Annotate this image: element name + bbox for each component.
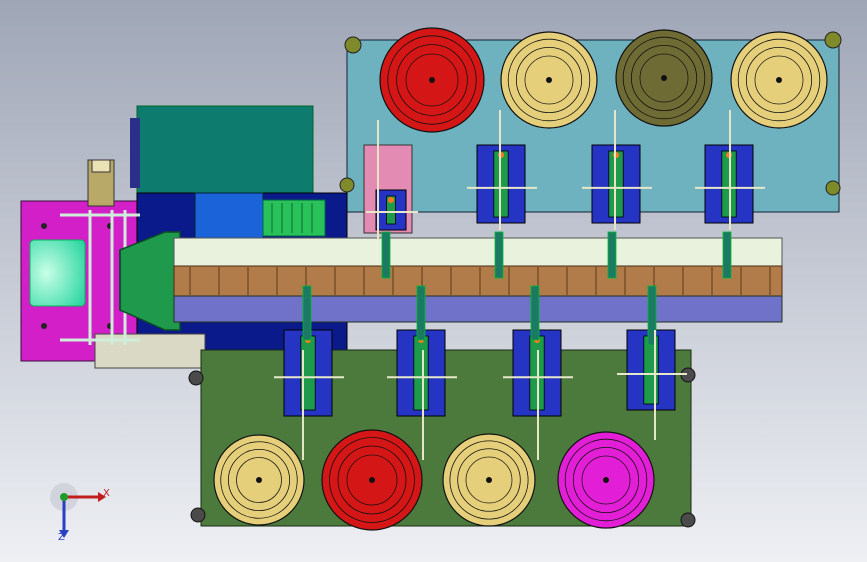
assembly-top-view[interactable]	[0, 0, 867, 562]
vibratory-bowl-cream[interactable]	[442, 433, 536, 527]
servo-motor-blue[interactable]	[194, 192, 264, 240]
transfer-rod	[416, 285, 426, 341]
conveyor-bottom-rail[interactable]	[173, 295, 783, 323]
vibratory-bowl-olive[interactable]	[615, 29, 713, 127]
motor-knob-cap	[91, 159, 111, 173]
transfer-rod	[607, 231, 617, 279]
axis-x-label: X	[103, 488, 110, 499]
vibratory-bowl-cream[interactable]	[500, 31, 598, 129]
axis-z-label: Z	[58, 532, 65, 543]
transfer-rod	[381, 231, 391, 279]
cad-viewport[interactable]: X Z	[0, 0, 867, 562]
conveyor-carriers[interactable]	[173, 265, 783, 297]
transfer-rod	[302, 285, 312, 341]
transfer-rod	[530, 285, 540, 341]
vibratory-bowl-cream[interactable]	[730, 31, 828, 129]
control-box[interactable]	[136, 105, 314, 199]
conveyor-top-rail[interactable]	[173, 237, 783, 267]
transfer-rod	[494, 231, 504, 279]
vibratory-bowl-cream[interactable]	[213, 434, 305, 526]
roller-cylinder[interactable]	[29, 239, 86, 307]
vibratory-bowl-red[interactable]	[321, 429, 423, 531]
vibratory-bowl-red[interactable]	[379, 27, 485, 133]
control-box-bracket	[130, 118, 140, 188]
vibratory-bowl-magenta[interactable]	[557, 431, 655, 529]
conveyor-carrier-slots	[189, 267, 771, 295]
transfer-rod	[722, 231, 732, 279]
